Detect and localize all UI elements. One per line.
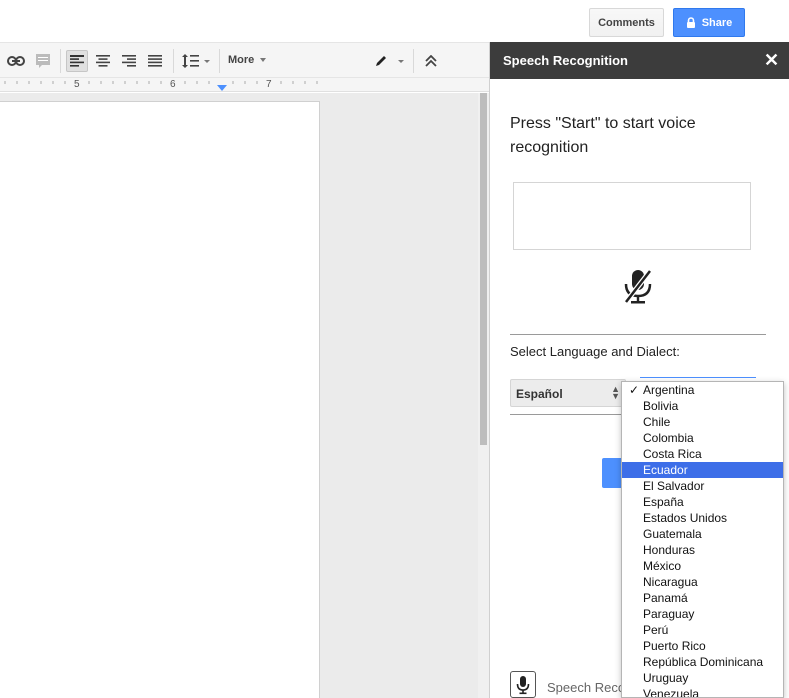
document-scrollbar[interactable]: [478, 93, 489, 698]
ruler-mark: 6: [170, 79, 176, 90]
document-canvas: [0, 93, 478, 698]
lock-icon: [686, 17, 695, 28]
dialect-option[interactable]: Costa Rica: [622, 446, 783, 462]
align-justify-icon[interactable]: [144, 50, 166, 72]
align-left-icon[interactable]: [66, 50, 88, 72]
select-arrows-icon: ▲ ▼: [611, 384, 620, 401]
dialect-option[interactable]: Honduras: [622, 542, 783, 558]
dialect-option[interactable]: Guatemala: [622, 526, 783, 542]
dialect-option[interactable]: Estados Unidos: [622, 510, 783, 526]
top-bar: Comments Share: [0, 0, 789, 42]
dialect-option[interactable]: Panamá: [622, 590, 783, 606]
link-icon[interactable]: [5, 50, 27, 72]
share-button[interactable]: Share: [673, 8, 745, 37]
sidebar-title: Speech Recognition: [503, 53, 628, 68]
ruler-mark: 5: [74, 79, 80, 90]
ruler-mark: 7: [266, 79, 272, 90]
dialect-option[interactable]: República Dominicana: [622, 654, 783, 670]
ruler: 5 6 7: [0, 78, 489, 92]
language-label: Select Language and Dialect:: [510, 344, 680, 359]
dialect-option[interactable]: Chile: [622, 414, 783, 430]
comment-icon[interactable]: [32, 50, 54, 72]
language-select-value: Español: [516, 387, 563, 401]
align-right-icon[interactable]: [118, 50, 140, 72]
dialect-option[interactable]: Paraguay: [622, 606, 783, 622]
pencil-icon[interactable]: [372, 50, 406, 72]
dialect-option[interactable]: España: [622, 494, 783, 510]
document-page[interactable]: [0, 101, 320, 698]
align-center-icon[interactable]: [92, 50, 114, 72]
collapse-toolbar-icon[interactable]: [420, 50, 442, 72]
transcript-box[interactable]: [513, 182, 751, 250]
dialect-option[interactable]: ✓ Argentina: [622, 382, 783, 398]
dialect-option[interactable]: Perú: [622, 622, 783, 638]
mic-off-icon[interactable]: [622, 268, 654, 306]
dialect-option[interactable]: Bolivia: [622, 398, 783, 414]
dialect-option-highlighted[interactable]: Ecuador: [622, 462, 783, 478]
toolbar-separator: [219, 49, 220, 73]
footer-text: Speech Reco: [547, 680, 626, 695]
comments-button[interactable]: Comments: [589, 8, 664, 37]
mic-icon: [510, 671, 536, 698]
dialect-option[interactable]: El Salvador: [622, 478, 783, 494]
formatting-toolbar: More: [0, 42, 489, 78]
dialect-option[interactable]: Colombia: [622, 430, 783, 446]
dialect-option[interactable]: Nicaragua: [622, 574, 783, 590]
line-spacing-icon[interactable]: [180, 50, 212, 72]
close-icon[interactable]: ✕: [764, 51, 779, 69]
share-label: Share: [701, 16, 733, 29]
dialect-option[interactable]: Uruguay: [622, 670, 783, 686]
sidebar-header: Speech Recognition ✕: [490, 42, 789, 79]
more-label: More: [228, 54, 255, 66]
dialect-dropdown-list[interactable]: ✓ Argentina Bolivia Chile Colombia Costa …: [621, 381, 784, 698]
toolbar-separator: [413, 49, 414, 73]
more-menu[interactable]: More: [228, 54, 267, 66]
scrollbar-thumb[interactable]: [480, 93, 487, 445]
checkmark-icon: ✓: [629, 383, 640, 397]
divider: [510, 334, 766, 335]
indent-marker[interactable]: [217, 85, 227, 91]
instruction-text: Press "Start" to start voice recognition: [510, 115, 696, 156]
dialect-option[interactable]: Venezuela: [622, 686, 783, 697]
language-select[interactable]: Español ▲ ▼: [510, 379, 626, 407]
toolbar-separator: [173, 49, 174, 73]
dialect-option[interactable]: Puerto Rico: [622, 638, 783, 654]
chevron-down-icon: [260, 58, 267, 62]
dialect-option[interactable]: México: [622, 558, 783, 574]
toolbar-separator: [60, 49, 61, 73]
